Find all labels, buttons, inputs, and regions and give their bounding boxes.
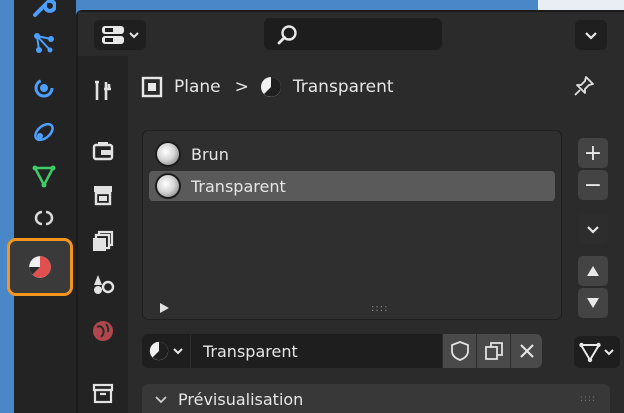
expand-arrow-icon[interactable] — [157, 301, 171, 315]
world-icon[interactable] — [88, 316, 118, 346]
material-icon — [29, 256, 51, 278]
outer-tab-column — [14, 0, 76, 413]
slot-specials-dropdown[interactable] — [578, 214, 608, 244]
physics-icon[interactable] — [28, 73, 60, 103]
slot-name: Transparent — [191, 176, 286, 196]
object-data-mesh-icon[interactable] — [28, 161, 60, 191]
move-slot-up-button[interactable] — [578, 256, 608, 286]
desktop-edge — [0, 0, 14, 413]
shield-icon — [450, 341, 469, 361]
browse-material-dropdown[interactable] — [142, 334, 190, 368]
triangle-down-icon — [587, 298, 599, 308]
chevron-down-icon — [587, 226, 599, 234]
material-properties: Plane > Transparent Brun Transparent :::… — [128, 56, 624, 413]
chevron-down-icon — [585, 32, 597, 40]
unlink-material-button[interactable] — [510, 334, 542, 368]
panel-drag-grip[interactable]: :::: — [580, 394, 596, 404]
scene-icon[interactable] — [88, 269, 118, 299]
list-item[interactable]: Brun — [149, 139, 555, 169]
collection-icon[interactable] — [88, 378, 118, 408]
material-preview-icon — [157, 175, 179, 197]
properties-side-tabs — [78, 56, 128, 413]
breadcrumb-material: Transparent — [292, 77, 394, 97]
material-preview-icon — [157, 143, 179, 165]
breadcrumb-object: Plane — [174, 77, 221, 97]
list-item-selected[interactable]: Transparent — [149, 171, 555, 201]
pin-icon[interactable] — [572, 74, 596, 98]
view-layer-icon[interactable] — [88, 226, 118, 256]
material-icon — [149, 341, 169, 361]
fake-user-button[interactable] — [442, 334, 476, 368]
resize-grip[interactable]: :::: — [371, 303, 388, 314]
node-tree-icon — [579, 342, 601, 363]
chevron-down-icon — [155, 395, 167, 403]
duplicate-icon — [484, 342, 503, 360]
output-icon[interactable] — [88, 180, 118, 210]
breadcrumb: Plane > Transparent — [140, 72, 394, 102]
chevron-down-icon — [129, 32, 139, 39]
constraints-icon[interactable] — [28, 117, 60, 147]
triangle-up-icon — [587, 266, 599, 276]
remove-slot-button[interactable]: − — [578, 170, 608, 200]
render-icon[interactable] — [88, 136, 118, 166]
material-name-field[interactable]: Transparent — [190, 334, 442, 368]
slot-name: Brun — [191, 144, 229, 164]
material-slot-list: Brun Transparent :::: — [142, 130, 562, 320]
panel-title: Prévisualisation — [178, 390, 304, 409]
preview-panel-header[interactable]: Prévisualisation :::: — [142, 384, 610, 413]
breadcrumb-separator: > — [234, 77, 249, 97]
modifier-link-icon[interactable] — [28, 203, 60, 233]
material-tab-active[interactable] — [7, 238, 73, 296]
chevron-down-icon — [173, 348, 183, 355]
move-slot-down-button[interactable] — [578, 288, 608, 318]
properties-editor: Plane > Transparent Brun Transparent :::… — [76, 10, 624, 413]
material-icon — [260, 77, 281, 97]
chevron-down-icon — [604, 349, 614, 356]
wrench-icon[interactable] — [28, 0, 60, 22]
editor-type-dropdown[interactable] — [94, 20, 146, 50]
node-link-dropdown[interactable] — [574, 336, 620, 368]
particles-icon[interactable] — [28, 28, 60, 58]
editor-header — [78, 12, 624, 56]
tool-icon[interactable] — [88, 76, 118, 106]
search-input[interactable] — [264, 18, 442, 50]
editor-type-properties-icon — [102, 26, 124, 44]
add-slot-button[interactable]: + — [578, 138, 608, 168]
object-icon — [141, 76, 163, 98]
material-selector: Transparent — [142, 334, 562, 368]
options-dropdown[interactable] — [575, 20, 607, 50]
close-icon — [519, 344, 534, 358]
search-icon — [277, 25, 297, 45]
duplicate-material-button[interactable] — [476, 334, 510, 368]
